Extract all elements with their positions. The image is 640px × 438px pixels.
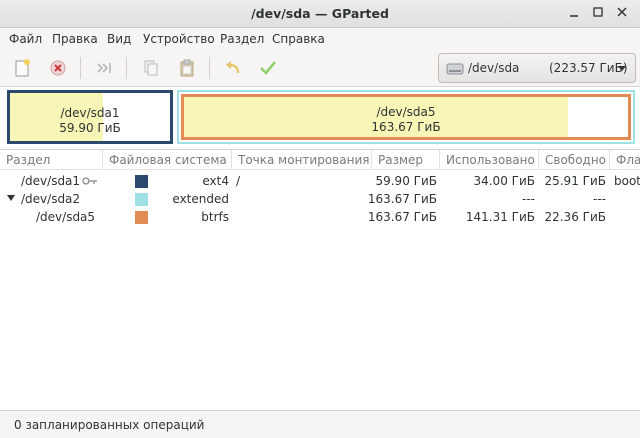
new-partition-button[interactable] [9,56,35,80]
cell-size: 163.67 ГиБ [367,192,437,206]
minimize-button[interactable] [566,6,582,22]
apply-button[interactable] [255,56,281,80]
paste-button[interactable] [174,56,200,80]
cell-used: 34.00 ГиБ [473,174,535,188]
key-icon [82,175,98,190]
partition-block-sda1[interactable]: /dev/sda1 59.90 ГиБ [7,90,173,144]
close-icon [617,7,627,17]
cell-filesystem: extended [172,192,229,206]
undo-icon [226,61,240,74]
maximize-button[interactable] [590,6,606,22]
expander-icon[interactable] [6,193,16,206]
hard-disk-icon [446,61,464,80]
column-header-flags[interactable]: Флаги [610,150,640,170]
filesystem-color-swatch [135,211,148,224]
partition-block-sda5[interactable]: /dev/sda5 163.67 ГиБ [181,94,631,140]
maximize-icon [593,7,603,17]
menu-file[interactable]: Файл [9,32,42,46]
menu-edit[interactable]: Правка [52,32,98,46]
toolbar-separator [126,57,127,79]
cell-free: 25.91 ГиБ [544,174,606,188]
cell-size: 163.67 ГиБ [367,210,437,224]
partition-size-label: 59.90 ГиБ [59,121,121,135]
column-header-mountpoint[interactable]: Точка монтирования [232,150,372,170]
toolbar-separator [209,57,210,79]
title-bar: /dev/sda — GParted [0,0,640,28]
cell-used: 141.31 ГиБ [465,210,535,224]
delete-partition-button[interactable] [45,56,71,80]
column-header-free[interactable]: Свободно [539,150,610,170]
column-header-used[interactable]: Использовано [440,150,539,170]
table-row[interactable]: /dev/sda5 btrfs 163.67 ГиБ 141.31 ГиБ 22… [0,208,640,226]
cell-flags: boot [614,174,640,188]
cell-free: 22.36 ГиБ [544,210,606,224]
cell-partition: /dev/sda5 [36,210,96,224]
partition-graph: /dev/sda1 59.90 ГиБ /dev/sda5 163.67 ГиБ [0,87,640,150]
partition-size-label: 163.67 ГиБ [371,120,441,134]
partition-table: Раздел Файловая система Точка монтирован… [0,150,640,410]
device-name: /dev/sda [468,61,520,75]
toolbar-separator [80,57,81,79]
filesystem-color-swatch [135,175,148,188]
column-header-filesystem[interactable]: Файловая система [103,150,232,170]
cell-filesystem: ext4 [202,174,229,188]
column-header-size[interactable]: Размер [372,150,440,170]
filesystem-color-swatch [135,193,148,206]
delete-partition-icon [50,60,66,76]
status-text: 0 запланированных операций [14,418,205,432]
partition-label: /dev/sda5 [376,105,436,119]
table-row[interactable]: /dev/sda2 extended 163.67 ГиБ --- --- [0,190,640,208]
resize-move-icon [97,63,111,73]
copy-button[interactable] [138,56,164,80]
new-partition-icon [15,59,30,77]
partition-label: /dev/sda1 [60,106,120,120]
cell-size: 59.90 ГиБ [375,174,437,188]
minimize-icon [570,15,578,17]
column-header-partition[interactable]: Раздел [0,150,103,170]
cell-partition: /dev/sda1 [21,174,81,188]
cell-partition: /dev/sda2 [21,192,81,206]
partition-block-extended[interactable]: /dev/sda5 163.67 ГиБ [177,90,635,144]
cell-filesystem: btrfs [201,210,229,224]
table-row[interactable]: /dev/sda1 ext4 / 59.90 ГиБ 34.00 ГиБ 25.… [0,172,640,190]
chevron-down-icon [617,59,627,80]
cell-used: --- [522,192,535,206]
menu-help[interactable]: Справка [272,32,325,46]
menu-partition[interactable]: Раздел [220,32,264,46]
table-header: Раздел Файловая система Точка монтирован… [0,150,640,170]
menu-view[interactable]: Вид [107,32,131,46]
status-bar: 0 запланированных операций [0,410,640,438]
cell-free: --- [593,192,606,206]
paste-icon [180,59,194,77]
device-selector[interactable]: /dev/sda (223.57 ГиБ) [438,53,636,83]
copy-icon [144,60,158,76]
cell-mountpoint: / [236,174,241,188]
device-size: (223.57 ГиБ) [549,61,628,75]
close-button[interactable] [614,6,630,22]
menu-device[interactable]: Устройство [143,32,215,46]
apply-icon [260,61,277,75]
window-title: /dev/sda — GParted [251,6,389,21]
undo-button[interactable] [220,56,246,80]
resize-move-button[interactable] [91,56,117,80]
menu-bar: Файл Правка Вид Устройство Раздел Справк… [0,28,640,50]
